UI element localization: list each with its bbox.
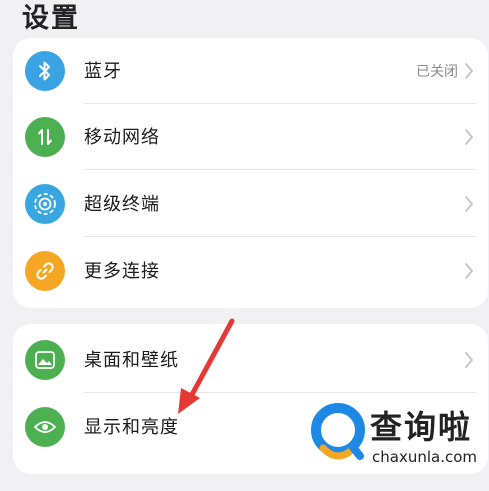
chevron-right-icon (465, 263, 473, 279)
settings-item-more-connections[interactable]: 更多连接 (13, 238, 488, 304)
settings-screen: 设置 蓝牙 已关闭 移动网络 超级终端 更多连接 桌面和壁纸 显示和亮度 查询啦… (0, 0, 489, 491)
mobile-network-icon (25, 117, 65, 157)
super-device-icon (25, 184, 65, 224)
chevron-right-icon (465, 129, 473, 145)
display-brightness-label: 显示和亮度 (84, 417, 179, 438)
watermark-text: 查询啦 (370, 408, 473, 446)
wallpaper-icon (25, 340, 65, 380)
settings-item-mobile-network[interactable]: 移动网络 (13, 104, 488, 170)
eye-icon (25, 407, 65, 447)
divider (84, 169, 476, 170)
watermark: 查询啦 chaxunla.com (308, 400, 489, 480)
mobile-network-label: 移动网络 (84, 127, 160, 148)
settings-item-wallpaper[interactable]: 桌面和壁纸 (13, 327, 488, 393)
divider (84, 392, 476, 393)
page-title: 设置 (22, 3, 80, 34)
magnifier-logo (311, 403, 365, 460)
bluetooth-label: 蓝牙 (84, 61, 122, 82)
super-device-label: 超级终端 (84, 194, 160, 215)
settings-item-super-device[interactable]: 超级终端 (13, 171, 488, 237)
watermark-url: chaxunla.com (372, 448, 477, 466)
bluetooth-icon (25, 51, 65, 91)
chevron-right-icon (465, 352, 473, 368)
connectivity-card: 蓝牙 已关闭 移动网络 超级终端 更多连接 (13, 38, 488, 308)
settings-item-bluetooth[interactable]: 蓝牙 已关闭 (13, 38, 488, 104)
bluetooth-status: 已关闭 (416, 64, 458, 80)
wallpaper-label: 桌面和壁纸 (84, 350, 179, 371)
chevron-right-icon (465, 196, 473, 212)
link-icon (25, 251, 65, 291)
divider (84, 236, 476, 237)
more-connections-label: 更多连接 (84, 261, 160, 282)
chevron-right-icon (465, 63, 473, 79)
